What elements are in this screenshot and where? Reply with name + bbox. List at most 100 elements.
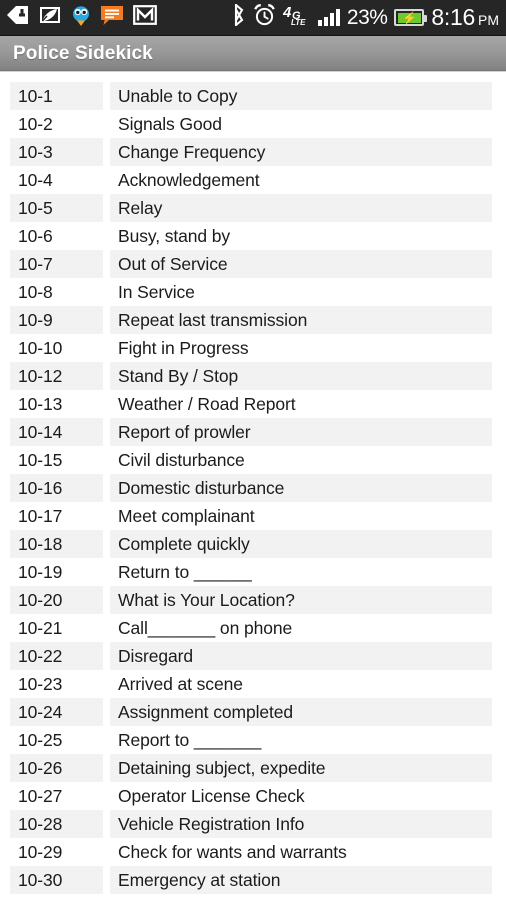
battery-charging-icon: ⚡ xyxy=(394,9,428,26)
code-cell: 10-25 xyxy=(18,729,63,750)
clock-ampm: PM xyxy=(478,12,499,28)
message-bubble-icon xyxy=(100,5,124,31)
code-cell: 10-20 xyxy=(10,586,103,614)
table-row[interactable]: 10-28 Vehicle Registration Info xyxy=(10,810,492,838)
code-cell: 10-14 xyxy=(10,418,103,446)
table-row[interactable]: 10-4 Acknowledgement xyxy=(10,166,492,194)
app-title-bar: Police Sidekick xyxy=(0,36,506,72)
description-cell: Detaining subject, expedite xyxy=(110,754,492,782)
description-cell: Check for wants and warrants xyxy=(118,841,347,862)
system-status-group[interactable]: 4 G LTE 23% ⚡ 8:16 PM xyxy=(232,2,499,31)
table-row[interactable]: 10-6 Busy, stand by xyxy=(10,222,492,250)
network-4g-lte-icon: 4 G LTE xyxy=(282,4,311,31)
table-row[interactable]: 10-2 Signals Good xyxy=(10,110,492,138)
description-cell: Assignment completed xyxy=(110,698,492,726)
table-row[interactable]: 10-26 Detaining subject, expedite xyxy=(10,754,492,782)
description-cell: Report to _______ xyxy=(118,729,262,750)
description-cell: Complete quickly xyxy=(110,530,492,558)
bluetooth-icon xyxy=(232,2,246,31)
table-row[interactable]: 10-12 Stand By / Stop xyxy=(10,362,492,390)
battery-percent-label: 23% xyxy=(346,6,388,29)
description-cell: Acknowledgement xyxy=(118,169,260,190)
description-cell: Meet complainant xyxy=(118,505,255,526)
description-cell: Weather / Road Report xyxy=(118,393,296,414)
description-cell: Disregard xyxy=(110,642,492,670)
code-cell: 10-30 xyxy=(10,866,103,894)
code-cell: 10-7 xyxy=(10,250,103,278)
code-cell: 10-17 xyxy=(18,505,63,526)
code-cell: 10-28 xyxy=(10,810,103,838)
code-cell: 10-21 xyxy=(18,617,63,638)
table-row[interactable]: 10-13 Weather / Road Report xyxy=(10,390,492,418)
table-row[interactable]: 10-23 Arrived at scene xyxy=(10,670,492,698)
twitter-bird-icon xyxy=(71,5,91,31)
gmail-icon xyxy=(133,5,157,30)
table-row[interactable]: 10-22 Disregard xyxy=(10,642,492,670)
status-bar[interactable]: 4 G LTE 23% ⚡ 8:16 PM xyxy=(0,0,506,36)
table-row[interactable]: 10-16 Domestic disturbance xyxy=(10,474,492,502)
police-code-list[interactable]: 10-1 Unable to Copy 10-2 Signals Good 10-3 Ch… xyxy=(0,72,506,894)
download-arrow-icon xyxy=(6,5,29,30)
code-cell: 10-5 xyxy=(10,194,103,222)
code-cell: 10-8 xyxy=(18,281,53,302)
description-cell: Signals Good xyxy=(118,113,222,134)
code-cell: 10-10 xyxy=(18,337,63,358)
code-cell: 10-9 xyxy=(10,306,103,334)
table-row[interactable]: 10-17 Meet complainant xyxy=(10,502,492,530)
table-row[interactable]: 10-18 Complete quickly xyxy=(10,530,492,558)
notification-icons-group[interactable] xyxy=(6,5,157,31)
table-row[interactable]: 10-25 Report to _______ xyxy=(10,726,492,754)
table-row[interactable]: 10-5 Relay xyxy=(10,194,492,222)
description-cell: Change Frequency xyxy=(110,138,492,166)
table-row[interactable]: 10-9 Repeat last transmission xyxy=(10,306,492,334)
table-row[interactable]: 10-19 Return to ______ xyxy=(10,558,492,586)
code-cell: 10-27 xyxy=(18,785,63,806)
code-cell: 10-19 xyxy=(18,561,63,582)
evernote-leaf-icon xyxy=(38,5,62,30)
description-cell: Return to ______ xyxy=(118,561,252,582)
signal-bars-icon xyxy=(317,9,340,26)
code-cell: 10-12 xyxy=(10,362,103,390)
table-row[interactable]: 10-3 Change Frequency xyxy=(10,138,492,166)
code-cell: 10-4 xyxy=(18,169,53,190)
table-row[interactable]: 10-21 Call_______ on phone xyxy=(10,614,492,642)
code-cell: 10-23 xyxy=(18,673,63,694)
alarm-clock-icon xyxy=(253,4,276,31)
description-cell: Emergency at station xyxy=(110,866,492,894)
description-cell: What is Your Location? xyxy=(110,586,492,614)
clock-time: 8:16 xyxy=(431,4,475,30)
description-cell: Fight in Progress xyxy=(118,337,249,358)
code-cell: 10-22 xyxy=(10,642,103,670)
svg-text:LTE: LTE xyxy=(291,18,306,26)
status-bar-clock: 8:16 PM xyxy=(431,6,499,29)
table-row[interactable]: 10-1 Unable to Copy xyxy=(10,82,492,110)
description-cell: Report of prowler xyxy=(110,418,492,446)
description-cell: Arrived at scene xyxy=(118,673,243,694)
table-row[interactable]: 10-10 Fight in Progress xyxy=(10,334,492,362)
table-row[interactable]: 10-14 Report of prowler xyxy=(10,418,492,446)
table-row[interactable]: 10-27 Operator License Check xyxy=(10,782,492,810)
table-row[interactable]: 10-8 In Service xyxy=(10,278,492,306)
table-row[interactable]: 10-7 Out of Service xyxy=(10,250,492,278)
code-cell: 10-6 xyxy=(18,225,53,246)
table-row[interactable]: 10-24 Assignment completed xyxy=(10,698,492,726)
description-cell: In Service xyxy=(118,281,195,302)
code-cell: 10-18 xyxy=(10,530,103,558)
table-row[interactable]: 10-29 Check for wants and warrants xyxy=(10,838,492,866)
description-cell: Relay xyxy=(110,194,492,222)
table-row[interactable]: 10-30 Emergency at station xyxy=(10,866,492,894)
page-title: Police Sidekick xyxy=(13,42,153,64)
code-cell: 10-24 xyxy=(10,698,103,726)
code-cell: 10-16 xyxy=(10,474,103,502)
description-cell: Unable to Copy xyxy=(110,82,492,110)
table-row[interactable]: 10-15 Civil disturbance xyxy=(10,446,492,474)
code-cell: 10-1 xyxy=(10,82,103,110)
code-cell: 10-26 xyxy=(10,754,103,782)
table-row[interactable]: 10-20 What is Your Location? xyxy=(10,586,492,614)
charging-bolt-icon: ⚡ xyxy=(401,10,417,25)
code-cell: 10-15 xyxy=(18,449,63,470)
description-cell: Stand By / Stop xyxy=(110,362,492,390)
description-cell: Repeat last transmission xyxy=(110,306,492,334)
description-cell: Vehicle Registration Info xyxy=(110,810,492,838)
description-cell: Operator License Check xyxy=(118,785,305,806)
